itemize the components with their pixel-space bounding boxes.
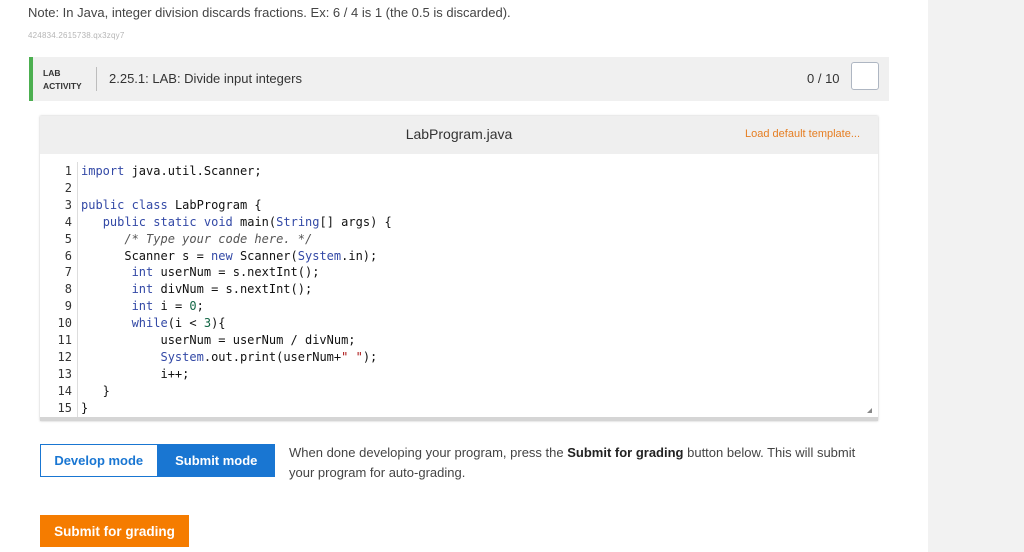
- code-text: }: [81, 400, 89, 415]
- code-line[interactable]: 2: [40, 180, 878, 197]
- code-text: i++;: [81, 366, 190, 381]
- lab-tag-line1: LAB: [43, 68, 61, 78]
- line-number: 8: [64, 282, 72, 297]
- code-line[interactable]: 10 while(i < 3){: [40, 315, 878, 332]
- code-text: int i = 0;: [131, 299, 204, 314]
- lab-tag-line2: ACTIVITY: [43, 81, 82, 91]
- develop-mode-button[interactable]: Develop mode: [40, 444, 158, 477]
- code-line[interactable]: 1 import java.util.Scanner;: [40, 163, 878, 180]
- code-text: userNum = userNum / divNum;: [81, 333, 356, 347]
- line-number: 12: [57, 349, 72, 364]
- submit-instructions: When done developing your program, press…: [289, 443, 859, 483]
- code-text: public static void main(String[] args) {: [102, 214, 392, 229]
- code-text: int divNum = s.nextInt();: [131, 282, 313, 297]
- activity-hash: 424834.2615738.qx3zqy7: [28, 31, 125, 40]
- lab-divider: [96, 67, 97, 91]
- code-text: int userNum = s.nextInt();: [131, 265, 320, 280]
- code-text: }: [81, 383, 110, 398]
- line-number: 11: [57, 333, 72, 347]
- code-line[interactable]: 5 /* Type your code here. */: [40, 231, 878, 248]
- line-number: 15: [57, 400, 72, 415]
- editor-header: LabProgram.java Load default template...: [40, 116, 878, 154]
- code-text: public class LabProgram {: [81, 197, 262, 212]
- line-number: 1: [64, 164, 72, 178]
- code-line[interactable]: 14 }: [40, 383, 878, 400]
- line-number: 14: [57, 383, 72, 398]
- load-default-template-link[interactable]: Load default template...: [745, 128, 860, 140]
- lab-score: 0 / 10: [807, 71, 840, 86]
- code-editor[interactable]: 1 import java.util.Scanner; 2 3 public class…: [40, 154, 878, 417]
- mode-toggle: Develop mode Submit mode: [40, 444, 275, 477]
- instructions-text-pre: When done developing your program, press…: [289, 445, 568, 460]
- code-text: import java.util.Scanner;: [81, 164, 262, 178]
- code-line[interactable]: 9 int i = 0;: [40, 298, 878, 315]
- submit-for-grading-button[interactable]: Submit for grading: [40, 515, 189, 547]
- code-line[interactable]: 13 i++;: [40, 366, 878, 383]
- code-line[interactable]: 15}: [40, 400, 878, 417]
- instructions-text-bold: Submit for grading: [567, 445, 684, 460]
- line-number: 6: [64, 248, 72, 263]
- line-number: 2: [64, 180, 72, 195]
- lab-activity-tag: LAB ACTIVITY: [43, 67, 82, 93]
- code-line[interactable]: 3 public class LabProgram {: [40, 197, 878, 214]
- lab-title: 2.25.1: LAB: Divide input integers: [109, 71, 302, 86]
- code-line[interactable]: 4 public static void main(String[] args)…: [40, 214, 878, 231]
- line-number: 10: [57, 316, 72, 331]
- code-line[interactable]: 7 int userNum = s.nextInt();: [40, 264, 878, 281]
- code-text: while(i < 3){: [131, 316, 226, 331]
- lab-status-bar: [29, 57, 33, 101]
- line-number: 7: [64, 265, 72, 280]
- line-number: 9: [64, 299, 72, 314]
- right-gutter: [928, 0, 1024, 552]
- code-line[interactable]: 8 int divNum = s.nextInt();: [40, 281, 878, 298]
- line-number: 13: [57, 366, 72, 381]
- code-text: Scanner s = new Scanner(System.in);: [81, 248, 378, 263]
- score-checkbox: [851, 62, 879, 90]
- resize-handle-icon[interactable]: [867, 408, 872, 413]
- line-number: 4: [64, 214, 72, 229]
- code-editor-panel: LabProgram.java Load default template...…: [40, 116, 878, 421]
- code-text: /* Type your code here. */: [81, 231, 313, 246]
- code-line[interactable]: 11 userNum = userNum / divNum;: [40, 332, 878, 349]
- line-number: 3: [64, 197, 72, 212]
- lab-activity-header: LAB ACTIVITY 2.25.1: LAB: Divide input i…: [29, 57, 889, 101]
- code-line[interactable]: 12 System.out.print(userNum+" ");: [40, 349, 878, 366]
- line-number: 5: [64, 231, 72, 246]
- code-text: System.out.print(userNum+" ");: [160, 349, 378, 364]
- submit-mode-button[interactable]: Submit mode: [157, 444, 275, 477]
- note-text: Note: In Java, integer division discards…: [28, 5, 511, 20]
- horizontal-scrollbar[interactable]: [40, 417, 878, 421]
- code-line[interactable]: 6 Scanner s = new Scanner(System.in);: [40, 248, 878, 265]
